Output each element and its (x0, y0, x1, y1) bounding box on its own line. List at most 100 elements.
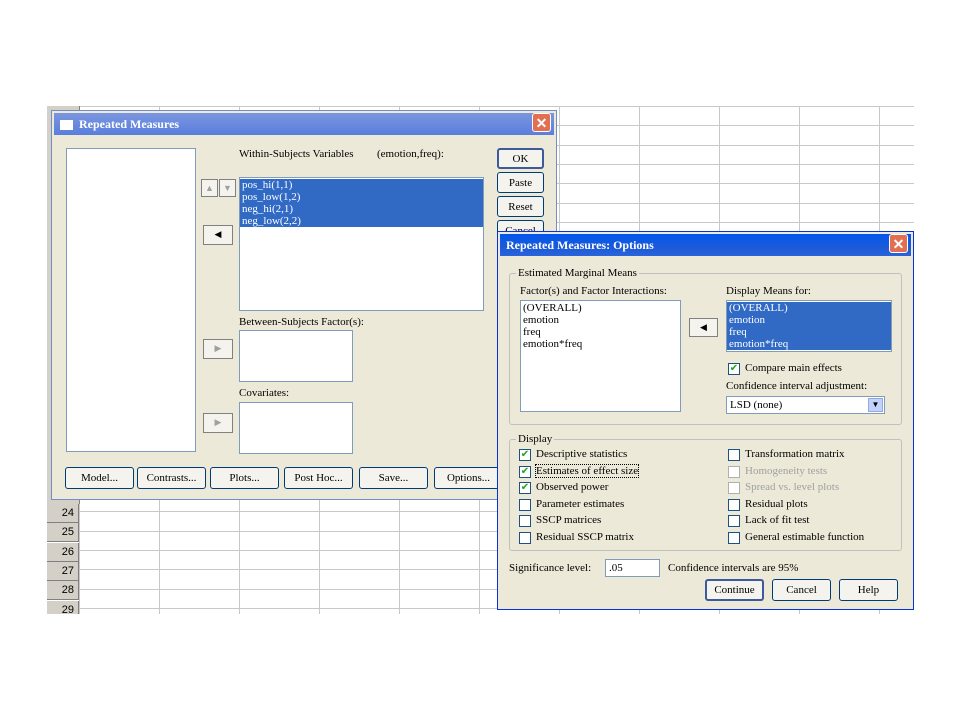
list-item[interactable]: (OVERALL) (727, 302, 891, 314)
residual-plots-checkbox[interactable] (728, 499, 740, 511)
within-subjects-label-text: Within-Subjects Variables (239, 148, 354, 160)
transformation-matrix-checkbox[interactable] (728, 449, 740, 461)
row-number[interactable]: 24 (47, 504, 79, 523)
factors-items: (OVERALL) emotion freq emotion*freq (521, 301, 680, 350)
list-item[interactable]: (OVERALL) (521, 302, 680, 314)
move-up-button[interactable]: ▲ (201, 179, 218, 197)
move-between-button[interactable]: ▶ (203, 339, 233, 359)
down-arrow-icon: ▼ (223, 183, 232, 193)
observed-power-label: Observed power (536, 481, 609, 493)
post-hoc-button[interactable]: Post Hoc... (284, 467, 353, 489)
homogeneity-tests-checkbox (728, 466, 740, 478)
dialog-title: Repeated Measures (79, 117, 180, 131)
parameter-estimates-checkbox[interactable] (519, 499, 531, 511)
sscp-matrices-checkbox[interactable] (519, 515, 531, 527)
title-bar: Repeated Measures: Options (500, 234, 911, 256)
list-item[interactable]: emotion*freq (727, 338, 891, 350)
display-group-title: Display (516, 433, 555, 445)
list-item[interactable]: emotion*freq (521, 338, 680, 350)
display-means-list[interactable]: (OVERALL) emotion freq emotion*freq (726, 300, 892, 352)
covariates-list[interactable] (239, 402, 353, 454)
within-factors-label: (emotion,freq): (377, 148, 444, 160)
general-estimable-function-label: General estimable function (745, 531, 865, 543)
list-item[interactable]: emotion (521, 314, 680, 326)
descriptive-statistics-label: Descriptive statistics (536, 448, 628, 460)
ci-note: Confidence intervals are 95% (668, 562, 799, 574)
residual-sscp-matrix-checkbox[interactable] (519, 532, 531, 544)
list-item[interactable]: neg_hi(2,1) (240, 203, 483, 215)
close-button[interactable]: ✕ (532, 113, 551, 132)
compare-main-effects-label: Compare main effects (745, 362, 842, 374)
dialog-title: Repeated Measures: Options (506, 238, 654, 252)
within-subjects-list[interactable]: pos_hi(1,1) pos_low(1,2) neg_hi(2,1) neg_lo… (239, 177, 484, 311)
move-down-button[interactable]: ▼ (219, 179, 236, 197)
general-estimable-function-checkbox[interactable] (728, 532, 740, 544)
estimates-of-effect-size-checkbox[interactable]: ✔ (519, 466, 531, 478)
row-number[interactable]: 28 (47, 581, 79, 601)
list-item[interactable]: freq (727, 326, 891, 338)
close-button[interactable]: ✕ (889, 234, 908, 253)
estimates-of-effect-size-label: Estimates of effect size (534, 464, 640, 478)
ci-adjust-value: LSD (none) (730, 399, 783, 411)
plots-button[interactable]: Plots... (210, 467, 279, 489)
right-arrow-icon: ▶ (214, 417, 222, 427)
list-item[interactable]: pos_hi(1,1) (240, 179, 483, 191)
sscp-matrices-label: SSCP matrices (536, 514, 602, 526)
row-number[interactable]: 27 (47, 561, 79, 581)
spread-vs-level-plots-checkbox (728, 482, 740, 494)
source-variable-list[interactable] (66, 148, 196, 452)
left-arrow-icon: ◀ (214, 229, 222, 239)
left-arrow-icon: ◀ (700, 322, 707, 332)
row-number[interactable]: 25 (47, 523, 79, 543)
up-arrow-icon: ▲ (205, 183, 214, 193)
spread-vs-level-plots-label: Spread vs. level plots (745, 481, 840, 493)
display-means-items: (OVERALL) emotion freq emotion*freq (727, 301, 891, 350)
significance-input[interactable]: .05 (605, 559, 660, 577)
grid-line (47, 106, 914, 107)
between-subjects-label: Between-Subjects Factor(s): (239, 316, 364, 328)
significance-value: .05 (609, 562, 623, 574)
descriptive-statistics-checkbox[interactable]: ✔ (519, 449, 531, 461)
row-number[interactable]: 26 (47, 542, 79, 562)
within-subjects-label: Within-Subjects Variables (239, 148, 354, 160)
observed-power-checkbox[interactable]: ✔ (519, 482, 531, 494)
move-covariates-button[interactable]: ▶ (203, 413, 233, 433)
homogeneity-tests-label: Homogeneity tests (745, 465, 828, 477)
help-button[interactable]: Help (839, 579, 898, 601)
parameter-estimates-label: Parameter estimates (536, 498, 625, 510)
list-item[interactable]: emotion (727, 314, 891, 326)
right-arrow-icon: ▶ (214, 343, 222, 353)
lack-of-fit-test-checkbox[interactable] (728, 515, 740, 527)
dropdown-arrow-icon[interactable]: ▼ (868, 398, 883, 412)
ok-button[interactable]: OK (497, 148, 544, 169)
within-items: pos_hi(1,1) pos_low(1,2) neg_hi(2,1) neg_lo… (240, 178, 483, 227)
ci-adjust-select[interactable]: LSD (none) ▼ (726, 396, 885, 414)
window-icon (60, 120, 73, 131)
ci-adjust-label: Confidence interval adjustment: (726, 380, 868, 392)
contrasts-button[interactable]: Contrasts... (137, 467, 206, 489)
model-button[interactable]: Model... (65, 467, 134, 489)
residual-sscp-matrix-label: Residual SSCP matrix (536, 531, 634, 543)
options-dialog: Repeated Measures: Options ✕ Estimated M… (497, 231, 914, 610)
cancel-button[interactable]: Cancel (772, 579, 831, 601)
display-means-label: Display Means for: (726, 285, 811, 297)
covariates-label: Covariates: (239, 387, 290, 399)
paste-button[interactable]: Paste (497, 172, 544, 193)
list-item[interactable]: pos_low(1,2) (240, 191, 483, 203)
row-number[interactable]: 29 (47, 600, 79, 614)
reset-button[interactable]: Reset (497, 196, 544, 217)
continue-button[interactable]: Continue (705, 579, 764, 601)
between-subjects-list[interactable] (239, 330, 353, 382)
repeated-measures-dialog: Repeated Measures ✕ Within-Subjects Vari… (51, 110, 557, 500)
save-button[interactable]: Save... (359, 467, 428, 489)
factors-label: Factor(s) and Factor Interactions: (520, 285, 667, 297)
options-button[interactable]: Options... (434, 467, 503, 489)
move-within-button[interactable]: ◀ (203, 225, 233, 245)
compare-main-effects-checkbox[interactable]: ✔ (728, 363, 740, 375)
factors-list[interactable]: (OVERALL) emotion freq emotion*freq (520, 300, 681, 412)
title-bar: Repeated Measures (54, 113, 554, 135)
move-means-button[interactable]: ◀ (689, 318, 718, 337)
list-item[interactable]: neg_low(2,2) (240, 215, 483, 227)
significance-label: Significance level: (509, 562, 592, 574)
list-item[interactable]: freq (521, 326, 680, 338)
